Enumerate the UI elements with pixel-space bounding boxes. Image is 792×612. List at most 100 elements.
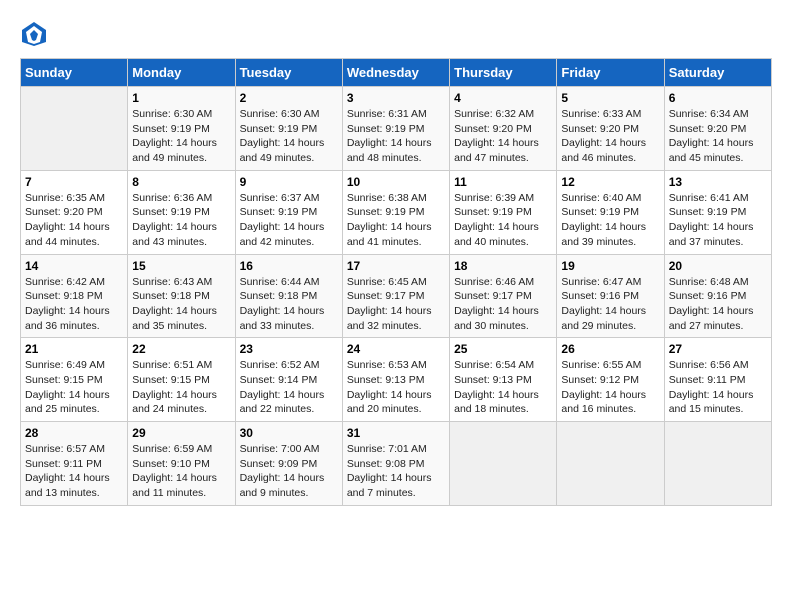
day-info: Sunrise: 6:34 AM Sunset: 9:20 PM Dayligh…	[669, 107, 767, 166]
day-number: 12	[561, 175, 659, 189]
day-number: 18	[454, 259, 552, 273]
day-number: 24	[347, 342, 445, 356]
day-info: Sunrise: 6:36 AM Sunset: 9:19 PM Dayligh…	[132, 191, 230, 250]
day-number: 5	[561, 91, 659, 105]
day-number: 25	[454, 342, 552, 356]
day-number: 26	[561, 342, 659, 356]
header-sunday: Sunday	[21, 59, 128, 87]
calendar-cell: 10 Sunrise: 6:38 AM Sunset: 9:19 PM Dayli…	[342, 170, 449, 254]
day-number: 4	[454, 91, 552, 105]
day-number: 3	[347, 91, 445, 105]
day-number: 7	[25, 175, 123, 189]
day-number: 10	[347, 175, 445, 189]
day-number: 27	[669, 342, 767, 356]
calendar-cell: 15 Sunrise: 6:43 AM Sunset: 9:18 PM Dayli…	[128, 254, 235, 338]
day-info: Sunrise: 6:39 AM Sunset: 9:19 PM Dayligh…	[454, 191, 552, 250]
header-tuesday: Tuesday	[235, 59, 342, 87]
day-info: Sunrise: 6:56 AM Sunset: 9:11 PM Dayligh…	[669, 358, 767, 417]
day-info: Sunrise: 6:51 AM Sunset: 9:15 PM Dayligh…	[132, 358, 230, 417]
logo-icon	[20, 20, 48, 48]
day-info: Sunrise: 6:30 AM Sunset: 9:19 PM Dayligh…	[240, 107, 338, 166]
day-info: Sunrise: 6:37 AM Sunset: 9:19 PM Dayligh…	[240, 191, 338, 250]
calendar-header-row: SundayMondayTuesdayWednesdayThursdayFrid…	[21, 59, 772, 87]
day-number: 31	[347, 426, 445, 440]
day-info: Sunrise: 6:38 AM Sunset: 9:19 PM Dayligh…	[347, 191, 445, 250]
header-thursday: Thursday	[450, 59, 557, 87]
header-saturday: Saturday	[664, 59, 771, 87]
calendar-cell: 7 Sunrise: 6:35 AM Sunset: 9:20 PM Daylig…	[21, 170, 128, 254]
day-info: Sunrise: 6:52 AM Sunset: 9:14 PM Dayligh…	[240, 358, 338, 417]
day-info: Sunrise: 6:57 AM Sunset: 9:11 PM Dayligh…	[25, 442, 123, 501]
day-info: Sunrise: 6:59 AM Sunset: 9:10 PM Dayligh…	[132, 442, 230, 501]
calendar-cell	[21, 87, 128, 171]
calendar-cell: 9 Sunrise: 6:37 AM Sunset: 9:19 PM Daylig…	[235, 170, 342, 254]
day-number: 8	[132, 175, 230, 189]
day-info: Sunrise: 6:41 AM Sunset: 9:19 PM Dayligh…	[669, 191, 767, 250]
day-info: Sunrise: 6:48 AM Sunset: 9:16 PM Dayligh…	[669, 275, 767, 334]
day-info: Sunrise: 6:31 AM Sunset: 9:19 PM Dayligh…	[347, 107, 445, 166]
week-row-1: 7 Sunrise: 6:35 AM Sunset: 9:20 PM Daylig…	[21, 170, 772, 254]
day-number: 1	[132, 91, 230, 105]
day-number: 30	[240, 426, 338, 440]
calendar-cell: 31 Sunrise: 7:01 AM Sunset: 9:08 PM Dayli…	[342, 422, 449, 506]
day-info: Sunrise: 6:30 AM Sunset: 9:19 PM Dayligh…	[132, 107, 230, 166]
day-number: 19	[561, 259, 659, 273]
day-number: 29	[132, 426, 230, 440]
calendar-cell: 30 Sunrise: 7:00 AM Sunset: 9:09 PM Dayli…	[235, 422, 342, 506]
header-wednesday: Wednesday	[342, 59, 449, 87]
calendar-cell: 17Sunrise: 6:45 AM Sunset: 9:17 PM Dayli…	[342, 254, 449, 338]
calendar-cell: 21 Sunrise: 6:49 AM Sunset: 9:15 PM Dayli…	[21, 338, 128, 422]
day-number: 16	[240, 259, 338, 273]
day-info: Sunrise: 6:47 AM Sunset: 9:16 PM Dayligh…	[561, 275, 659, 334]
day-number: 9	[240, 175, 338, 189]
day-info: Sunrise: 6:43 AM Sunset: 9:18 PM Dayligh…	[132, 275, 230, 334]
calendar-cell: 22Sunrise: 6:51 AM Sunset: 9:15 PM Dayli…	[128, 338, 235, 422]
calendar-table: SundayMondayTuesdayWednesdayThursdayFrid…	[20, 58, 772, 506]
day-number: 11	[454, 175, 552, 189]
day-info: Sunrise: 6:35 AM Sunset: 9:20 PM Dayligh…	[25, 191, 123, 250]
day-info: Sunrise: 6:44 AM Sunset: 9:18 PM Dayligh…	[240, 275, 338, 334]
day-info: Sunrise: 6:49 AM Sunset: 9:15 PM Dayligh…	[25, 358, 123, 417]
week-row-0: 1 Sunrise: 6:30 AM Sunset: 9:19 PM Daylig…	[21, 87, 772, 171]
calendar-cell: 6 Sunrise: 6:34 AM Sunset: 9:20 PM Daylig…	[664, 87, 771, 171]
day-info: Sunrise: 7:00 AM Sunset: 9:09 PM Dayligh…	[240, 442, 338, 501]
calendar-cell: 16 Sunrise: 6:44 AM Sunset: 9:18 PM Dayli…	[235, 254, 342, 338]
day-number: 6	[669, 91, 767, 105]
day-number: 13	[669, 175, 767, 189]
day-info: Sunrise: 6:46 AM Sunset: 9:17 PM Dayligh…	[454, 275, 552, 334]
day-info: Sunrise: 6:45 AM Sunset: 9:17 PM Dayligh…	[347, 275, 445, 334]
calendar-cell: 12Sunrise: 6:40 AM Sunset: 9:19 PM Dayli…	[557, 170, 664, 254]
page-header	[20, 20, 772, 48]
day-info: Sunrise: 6:42 AM Sunset: 9:18 PM Dayligh…	[25, 275, 123, 334]
week-row-4: 28Sunrise: 6:57 AM Sunset: 9:11 PM Dayli…	[21, 422, 772, 506]
calendar-cell: 25 Sunrise: 6:54 AM Sunset: 9:13 PM Dayli…	[450, 338, 557, 422]
week-row-3: 21 Sunrise: 6:49 AM Sunset: 9:15 PM Dayli…	[21, 338, 772, 422]
day-info: Sunrise: 6:54 AM Sunset: 9:13 PM Dayligh…	[454, 358, 552, 417]
calendar-cell	[664, 422, 771, 506]
day-number: 15	[132, 259, 230, 273]
day-number: 23	[240, 342, 338, 356]
day-info: Sunrise: 7:01 AM Sunset: 9:08 PM Dayligh…	[347, 442, 445, 501]
calendar-cell: 2 Sunrise: 6:30 AM Sunset: 9:19 PM Daylig…	[235, 87, 342, 171]
day-number: 20	[669, 259, 767, 273]
calendar-cell: 5 Sunrise: 6:33 AM Sunset: 9:20 PM Daylig…	[557, 87, 664, 171]
calendar-cell: 24 Sunrise: 6:53 AM Sunset: 9:13 PM Dayli…	[342, 338, 449, 422]
day-info: Sunrise: 6:53 AM Sunset: 9:13 PM Dayligh…	[347, 358, 445, 417]
logo	[20, 20, 52, 48]
header-monday: Monday	[128, 59, 235, 87]
day-info: Sunrise: 6:33 AM Sunset: 9:20 PM Dayligh…	[561, 107, 659, 166]
day-number: 2	[240, 91, 338, 105]
header-friday: Friday	[557, 59, 664, 87]
day-number: 14	[25, 259, 123, 273]
day-number: 21	[25, 342, 123, 356]
calendar-cell: 3 Sunrise: 6:31 AM Sunset: 9:19 PM Daylig…	[342, 87, 449, 171]
calendar-cell: 23 Sunrise: 6:52 AM Sunset: 9:14 PM Dayli…	[235, 338, 342, 422]
calendar-cell: 14 Sunrise: 6:42 AM Sunset: 9:18 PM Dayli…	[21, 254, 128, 338]
calendar-cell: 1 Sunrise: 6:30 AM Sunset: 9:19 PM Daylig…	[128, 87, 235, 171]
week-row-2: 14 Sunrise: 6:42 AM Sunset: 9:18 PM Dayli…	[21, 254, 772, 338]
calendar-cell: 13 Sunrise: 6:41 AM Sunset: 9:19 PM Dayli…	[664, 170, 771, 254]
calendar-cell: 26Sunrise: 6:55 AM Sunset: 9:12 PM Dayli…	[557, 338, 664, 422]
calendar-cell: 29 Sunrise: 6:59 AM Sunset: 9:10 PM Dayli…	[128, 422, 235, 506]
calendar-cell: 4Sunrise: 6:32 AM Sunset: 9:20 PM Daylig…	[450, 87, 557, 171]
calendar-cell: 28Sunrise: 6:57 AM Sunset: 9:11 PM Dayli…	[21, 422, 128, 506]
